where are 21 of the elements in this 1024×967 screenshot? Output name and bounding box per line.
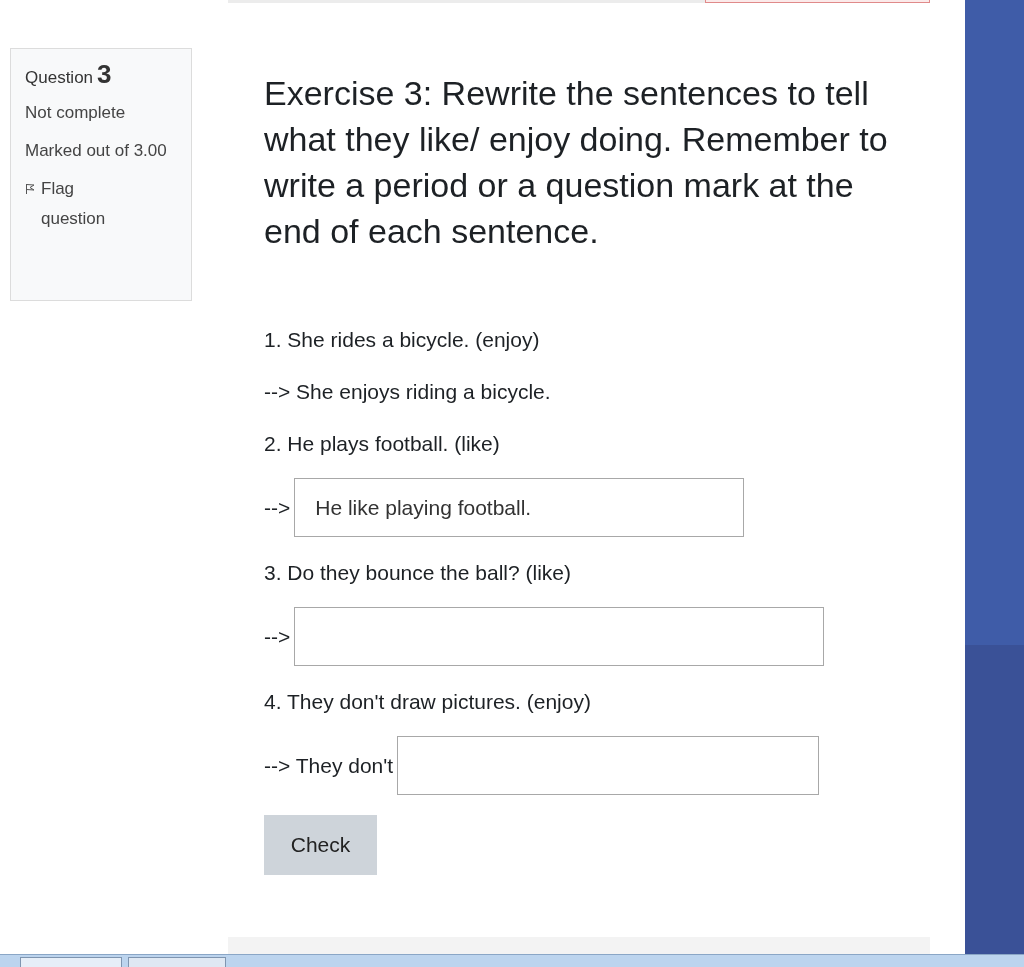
- answer-prefix: --> They don't: [264, 753, 394, 778]
- example-answer: --> She enjoys riding a bicycle.: [264, 379, 552, 405]
- question-marks: Marked out of 3.00: [25, 140, 168, 162]
- exercise-title: Exercise 3: Rewrite the sentences to tell what they like/ enjoy doing. Remember to write a period or a question mark at the end of each sentence.: [264, 73, 889, 252]
- flag-icon[interactable]: [25, 183, 35, 195]
- flag-question-link[interactable]: Flag question: [41, 174, 131, 234]
- sentence-prompt: 1. She rides a bicycle. (enjoy): [264, 327, 541, 353]
- question-number: 3: [97, 59, 112, 90]
- answer-field[interactable]: [294, 607, 825, 666]
- answer-prefix: -->: [264, 495, 291, 520]
- question-label: Question: [25, 68, 94, 88]
- sentence-prompt: 4. They don't draw pictures. (enjoy): [264, 689, 592, 715]
- check-button[interactable]: Check: [264, 815, 377, 875]
- sentence-prompt: 3. Do they bounce the ball? (like): [264, 560, 572, 586]
- answer-field[interactable]: [397, 736, 820, 795]
- answer-field[interactable]: He like playing football.: [294, 478, 745, 537]
- question-status: Not complete: [25, 102, 127, 124]
- sentence-prompt: 2. He plays football. (like): [264, 431, 501, 457]
- taskbar-button[interactable]: [20, 957, 122, 967]
- answer-prefix: -->: [264, 624, 291, 649]
- taskbar-button[interactable]: [128, 957, 226, 967]
